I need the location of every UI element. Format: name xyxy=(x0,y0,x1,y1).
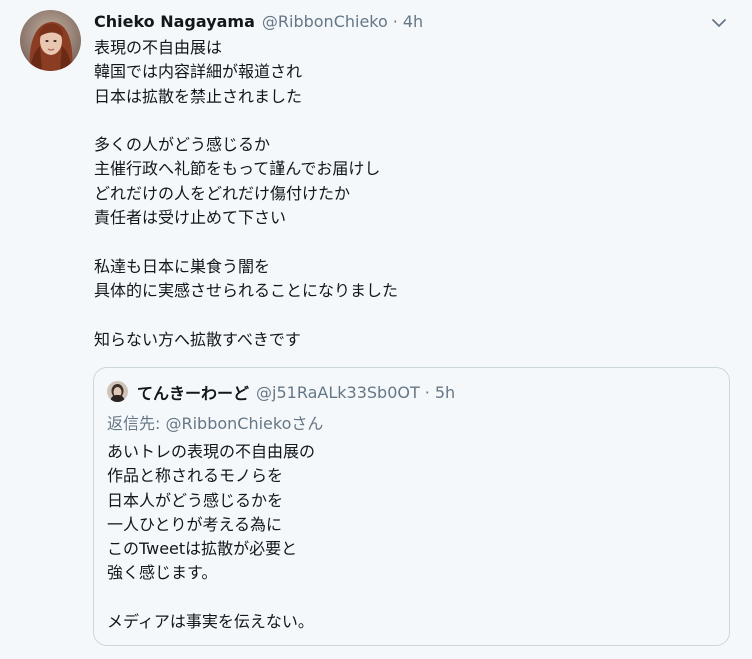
avatar[interactable] xyxy=(20,10,81,71)
quoted-text-line: このTweetは拡散が必要と xyxy=(107,539,298,559)
quoted-text-line: 一人ひとりが考える為に xyxy=(107,514,283,534)
quoted-text-line: 日本人がどう感じるかを xyxy=(107,490,284,510)
tweet-header: Chieko Nagayama @RibbonChieko · 4h xyxy=(94,9,423,33)
line-break xyxy=(94,303,714,327)
tweet-text: 表現の不自由展は 韓国では内容詳細が報道され 日本は拡散を禁止されました 多くの… xyxy=(94,36,714,352)
line-break xyxy=(94,109,714,133)
timestamp[interactable]: 4h xyxy=(403,12,423,31)
tweet-text-line: 責任者は受け止めて下さい xyxy=(94,208,287,228)
tweet-text-line: 具体的に実感させられることになりました xyxy=(94,280,399,300)
separator-dot: · xyxy=(392,11,398,31)
tweet-text-line: 多くの人がどう感じるか xyxy=(94,135,271,155)
quoted-tweet[interactable]: てんきーわーど @j51RaALk33Sb0OT · 5h 返信先: @Ribb… xyxy=(93,367,730,646)
reply-to-label[interactable]: 返信先: @RibbonChiekoさん xyxy=(107,410,323,434)
quoted-avatar[interactable] xyxy=(107,381,128,402)
quoted-text: あいトレの表現の不自由展の 作品と称されるモノらを 日本人がどう感じるかを 一人… xyxy=(107,440,315,634)
tweet-text-line: 表現の不自由展は xyxy=(94,38,223,57)
quoted-timestamp[interactable]: 5h xyxy=(435,383,455,402)
quoted-text-line: メディアは事実を伝えない。 xyxy=(107,612,314,632)
line-break xyxy=(94,230,714,254)
quoted-text-line: あいトレの表現の不自由展の xyxy=(107,442,316,461)
tweet-text-line: 主催行政へ礼節をもって謹んでお届けし xyxy=(94,159,381,179)
author-handle[interactable]: @RibbonChieko xyxy=(262,12,388,31)
line-break xyxy=(107,586,315,610)
tweet[interactable]: Chieko Nagayama @RibbonChieko · 4h 表現の不自… xyxy=(0,0,752,659)
tweet-text-line: 日本は拡散を禁止されました xyxy=(94,86,303,106)
author-name[interactable]: Chieko Nagayama xyxy=(94,12,255,31)
chevron-down-icon[interactable] xyxy=(708,12,730,34)
tweet-text-line: 韓国では内容詳細が報道され xyxy=(94,62,303,82)
quoted-author-handle[interactable]: @j51RaALk33Sb0OT xyxy=(256,383,420,402)
quoted-author-name[interactable]: てんきーわーど xyxy=(137,380,249,404)
quoted-text-line: 強く感じます。 xyxy=(107,563,218,583)
tweet-text-line: どれだけの人をどれだけ傷付けたか xyxy=(94,183,351,203)
quoted-header: てんきーわーど @j51RaALk33Sb0OT · 5h xyxy=(137,379,455,405)
tweet-text-line: 知らない方へ拡散すべきです xyxy=(94,329,301,349)
separator-dot: · xyxy=(424,382,430,402)
tweet-text-line: 私達も日本に巣食う闇を xyxy=(94,256,271,276)
quoted-text-line: 作品と称されるモノらを xyxy=(107,466,284,486)
